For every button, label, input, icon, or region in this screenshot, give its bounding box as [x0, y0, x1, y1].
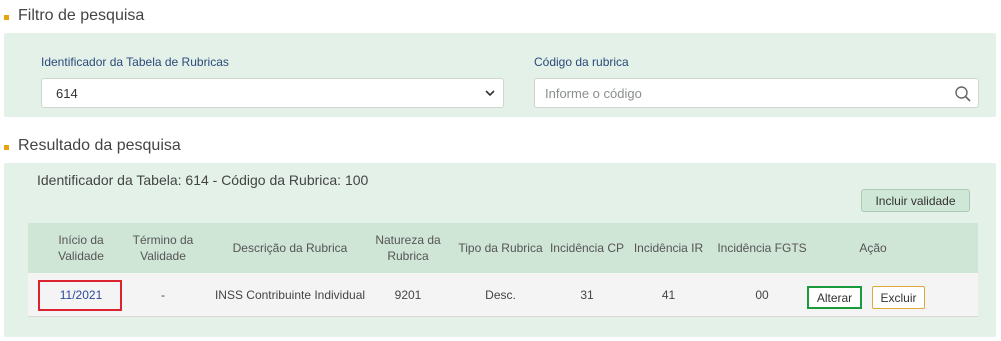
cell-termino: - [161, 288, 165, 302]
section-bullet-icon [4, 15, 9, 20]
filter-title-text: Filtro de pesquisa [18, 7, 145, 24]
cell-ir: 41 [661, 288, 676, 302]
filter-section-title: Filtro de pesquisa [4, 7, 144, 25]
col-acao: Ação [859, 241, 887, 255]
chevron-down-icon [485, 90, 495, 97]
code-input-wrapper [534, 78, 979, 108]
result-header-text: Identificador da Tabela: 614 - Código da… [37, 172, 369, 188]
col-natureza: Natureza da Rubrica [375, 233, 441, 263]
result-panel: Identificador da Tabela: 614 - Código da… [4, 163, 996, 337]
col-cp: Incidência CP [549, 241, 625, 255]
cell-fgts: 00 [755, 288, 769, 302]
code-input[interactable] [545, 85, 945, 101]
validity-start-highlight [38, 280, 122, 311]
table-id-label: Identificador da Tabela de Rubricas [41, 55, 229, 69]
filter-panel: Identificador da Tabela de Rubricas 614 … [4, 33, 996, 117]
result-section-title: Resultado da pesquisa [4, 137, 181, 155]
result-title-text: Resultado da pesquisa [18, 137, 181, 154]
edit-button[interactable]: Alterar [807, 286, 862, 309]
col-descricao: Descrição da Rubrica [232, 241, 348, 255]
delete-button[interactable]: Excluir [872, 286, 925, 309]
code-label: Código da rubrica [534, 55, 629, 69]
table-header: Início da Validade Término da Validade D… [28, 223, 978, 273]
col-termino: Término da Validade [132, 233, 194, 263]
col-fgts: Incidência FGTS [717, 241, 807, 255]
cell-descricao: INSS Contribuinte Individual [214, 288, 366, 302]
cell-tipo: Desc. [485, 288, 516, 302]
col-tipo: Tipo da Rubrica [458, 241, 543, 255]
col-ir: Incidência IR [633, 241, 704, 255]
table-id-value: 614 [56, 85, 78, 101]
search-icon[interactable] [954, 85, 972, 103]
cell-cp: 31 [580, 288, 594, 302]
section-bullet-icon [4, 145, 9, 150]
cell-natureza: 9201 [394, 288, 422, 302]
add-validity-button[interactable]: Incluir validade [861, 189, 970, 212]
col-inicio: Início da Validade [58, 233, 104, 263]
table-id-select[interactable]: 614 [41, 78, 504, 108]
